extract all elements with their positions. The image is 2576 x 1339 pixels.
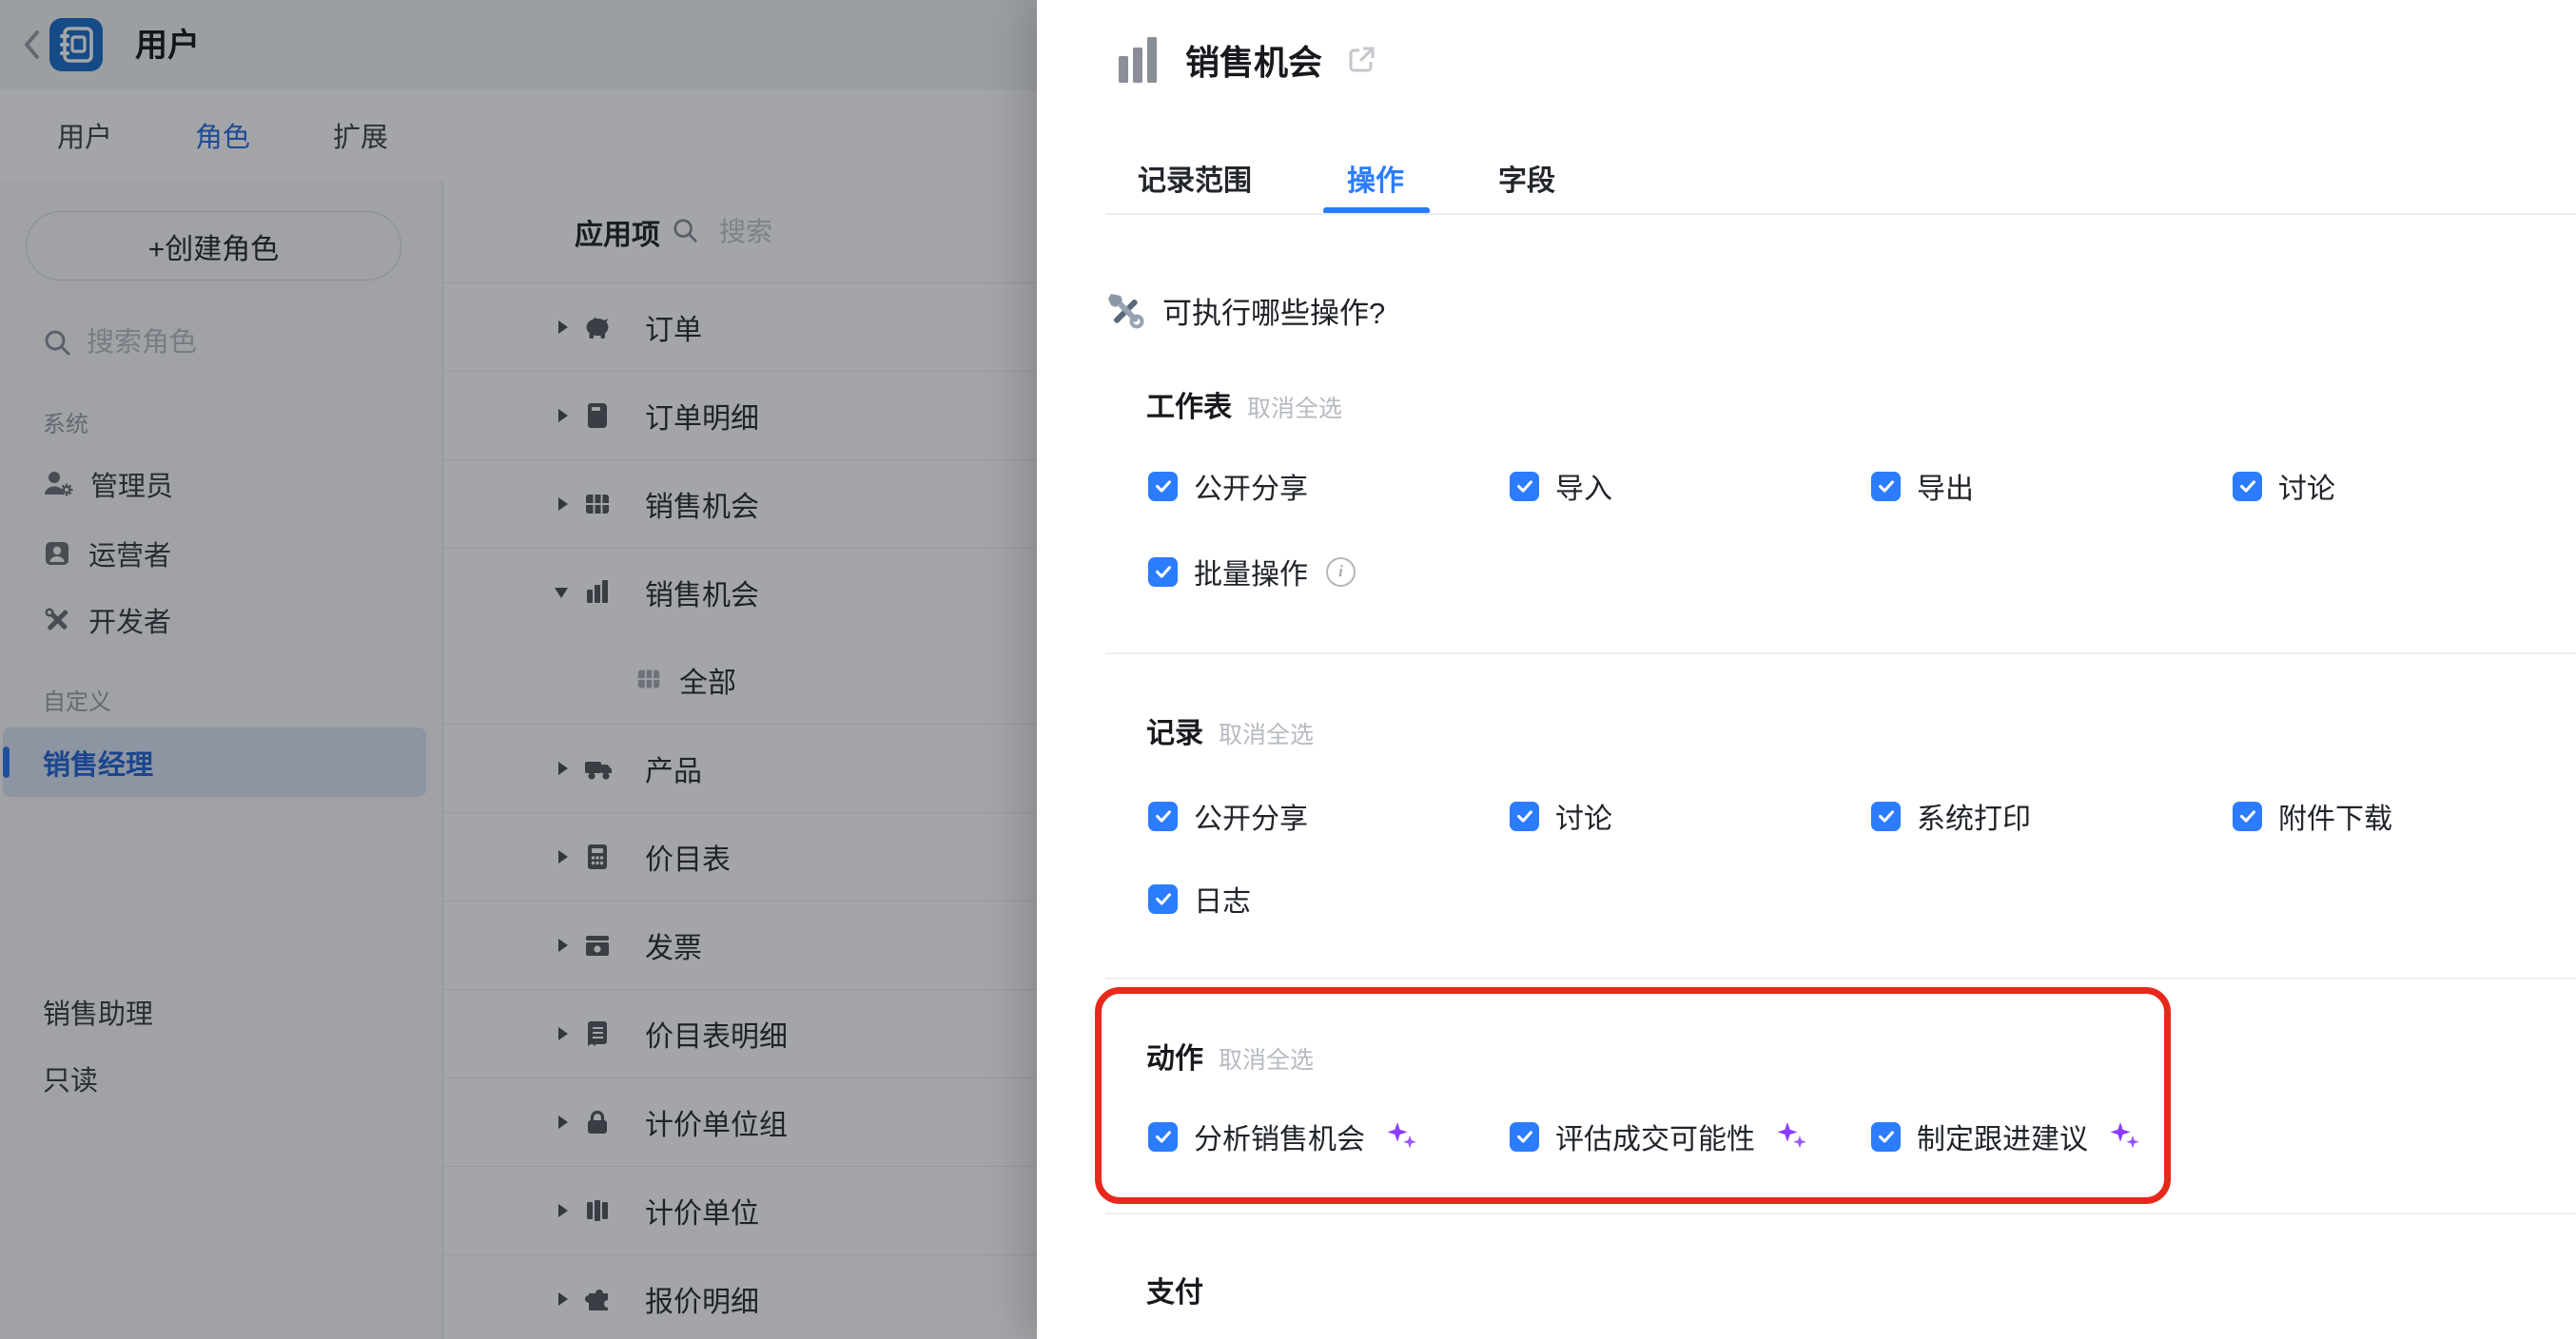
section-title: 工作表 [1146,383,1232,425]
checkbox-label: 批量操作 [1194,551,1308,592]
checkbox-item-analyze-sales-opportunity[interactable]: 分析销售机会 [1148,1119,1417,1154]
drawer-title: 销售机会 [1185,35,1322,85]
checkbox-checked[interactable] [1871,472,1901,501]
drawer-tab-fields[interactable]: 字段 [1498,150,1555,205]
checkbox-checked[interactable] [2233,472,2262,501]
checkbox-item-import[interactable]: 导入 [1510,469,1612,503]
checkbox-item-attachment-download[interactable]: 附件下载 [2233,799,2392,833]
external-link-icon[interactable] [1345,44,1377,76]
checkbox-label: 制定跟进建议 [1917,1116,2088,1157]
ai-sparkle-icon [1775,1120,1807,1153]
checkbox-checked[interactable] [1148,802,1178,831]
screen: 用户 用户 角色 扩展 +创建角色 系统 管理员 [0,0,2576,1339]
drawer-tab-record-scope[interactable]: 记录范围 [1138,150,1252,205]
checkbox-checked[interactable] [1148,557,1178,587]
divider [1105,213,2576,215]
checkbox-item-log[interactable]: 日志 [1148,882,1251,916]
checkbox-checked[interactable] [1510,472,1539,501]
checkbox-checked[interactable] [1510,802,1539,831]
bar-chart-icon [1117,37,1162,83]
checkbox-checked[interactable] [1871,802,1901,831]
question-row: 可执行哪些操作? [1105,288,1385,332]
modal-dim-overlay[interactable] [0,0,1037,1339]
permissions-drawer: 销售机会 记录范围 操作 字段 可执行哪些操作? 工作表 取消全选 公开 [1037,0,2576,1339]
checkbox-checked[interactable] [1148,884,1178,914]
checkbox-item-batch-operations[interactable]: 批量操作 i [1148,554,1356,589]
checkbox-item-system-print[interactable]: 系统打印 [1871,799,2031,833]
checkbox-item-public-share[interactable]: 公开分享 [1148,799,1308,833]
checkbox-checked[interactable] [1148,472,1178,501]
red-annotation-box [1095,987,2171,1204]
section-title: 支付 [1146,1269,1203,1310]
section-header-worksheet: 工作表 取消全选 [1146,383,1342,417]
checkbox-label: 系统打印 [1917,795,2031,837]
hammer-wrench-icon [1105,290,1145,330]
divider [1105,978,2576,980]
checkbox-item-discuss[interactable]: 讨论 [1510,799,1612,833]
checkbox-label: 公开分享 [1194,465,1308,507]
checkbox-checked[interactable] [1510,1122,1539,1152]
checkbox-item-public-share[interactable]: 公开分享 [1148,469,1308,503]
checkbox-label: 公开分享 [1194,795,1308,837]
checkbox-label: 评估成交可能性 [1555,1116,1755,1157]
question-text: 可执行哪些操作? [1162,289,1385,332]
divider [1105,652,2576,654]
divider [1105,1213,2576,1214]
deselect-all-link[interactable]: 取消全选 [1219,716,1314,750]
section-header-record: 记录 取消全选 [1146,709,1314,744]
checkbox-label: 讨论 [2278,465,2335,507]
ai-sparkle-icon [2108,1120,2140,1153]
checkbox-label: 分析销售机会 [1194,1116,1365,1157]
checkbox-item-discuss[interactable]: 讨论 [2233,469,2335,503]
checkbox-checked[interactable] [1871,1122,1901,1152]
section-title: 记录 [1146,709,1203,751]
deselect-all-link[interactable]: 取消全选 [1247,390,1342,424]
ai-sparkle-icon [1385,1120,1417,1153]
drawer-tab-operations[interactable]: 操作 [1347,150,1404,205]
section-title: 动作 [1146,1035,1203,1077]
section-header-payment: 支付 [1146,1269,1203,1303]
checkbox-checked[interactable] [2233,802,2262,831]
checkbox-item-make-follow-up-suggestions[interactable]: 制定跟进建议 [1871,1119,2140,1154]
checkbox-checked[interactable] [1148,1122,1178,1152]
deselect-all-link[interactable]: 取消全选 [1219,1041,1314,1076]
checkbox-label: 日志 [1194,878,1251,920]
checkbox-label: 讨论 [1555,795,1612,837]
section-header-actions: 动作 取消全选 [1146,1035,1314,1069]
checkbox-label: 导出 [1917,465,1974,507]
drawer-header: 销售机会 [1117,29,1377,91]
info-icon[interactable]: i [1326,557,1356,587]
checkbox-item-evaluate-deal-probability[interactable]: 评估成交可能性 [1510,1119,1807,1154]
checkbox-label: 附件下载 [2278,795,2392,837]
checkbox-item-export[interactable]: 导出 [1871,469,1974,503]
checkbox-label: 导入 [1555,465,1612,507]
